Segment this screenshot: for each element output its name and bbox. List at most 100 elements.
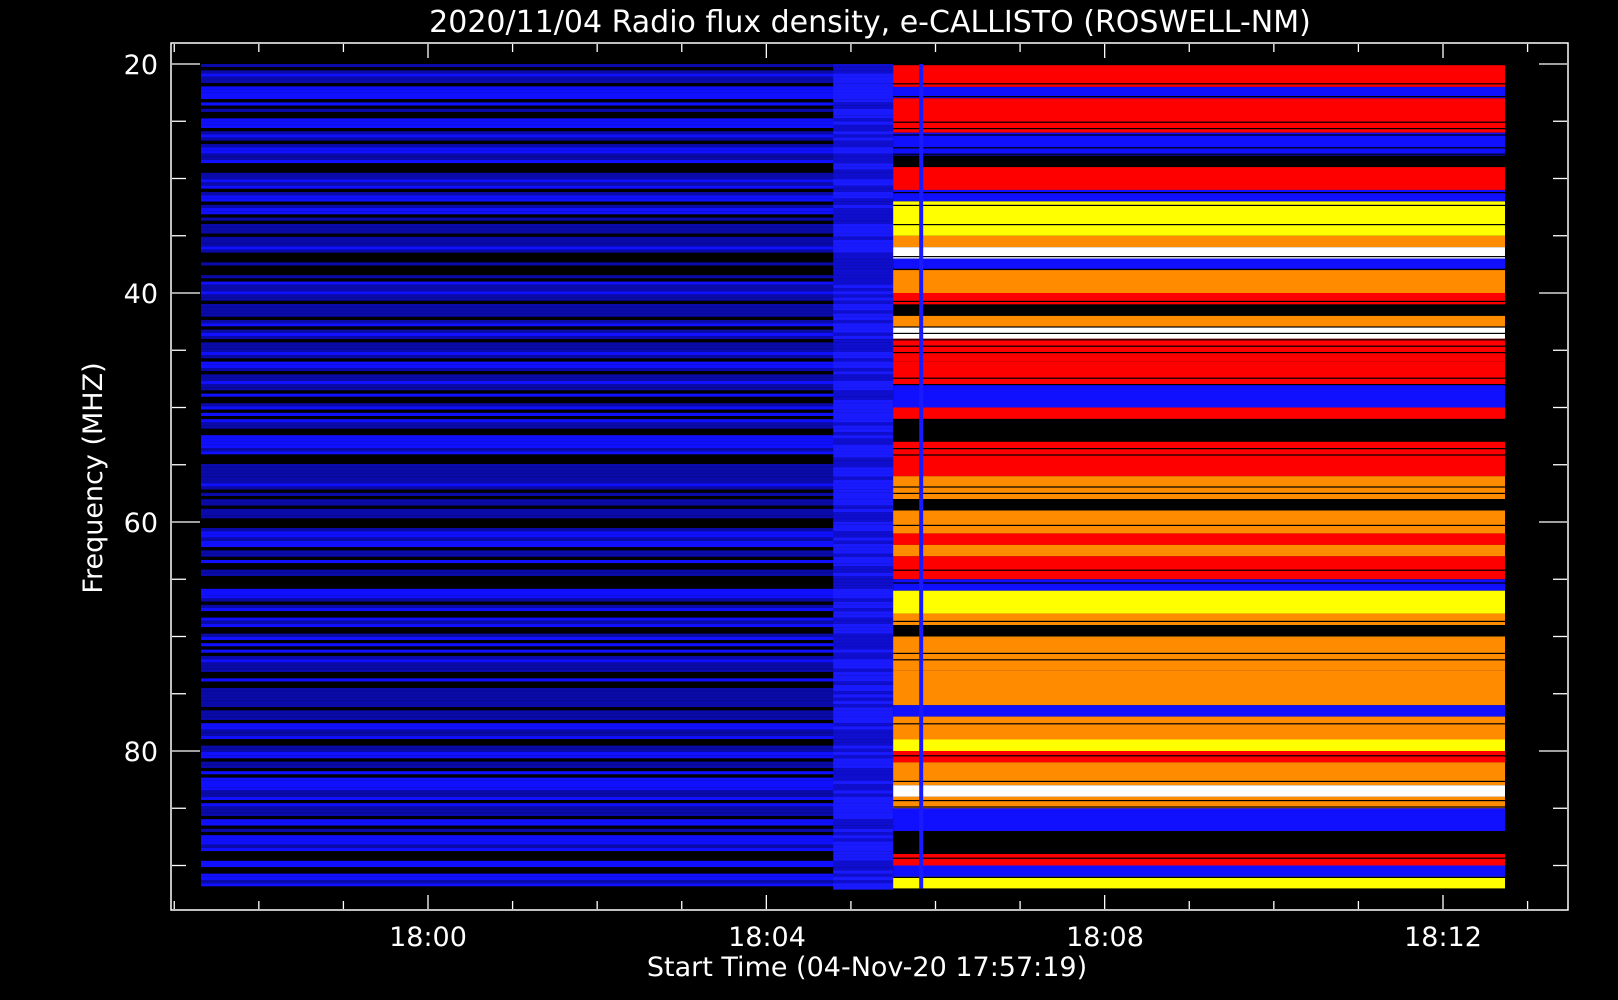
heatmap-band-quiet bbox=[201, 121, 894, 125]
heatmap-transition bbox=[833, 803, 894, 807]
heatmap-band-quiet bbox=[201, 227, 894, 231]
heatmap-transition bbox=[833, 345, 894, 349]
heatmap-band-active bbox=[893, 854, 1505, 866]
heatmap-band-quiet bbox=[201, 729, 894, 733]
heatmap-band-quiet bbox=[201, 588, 894, 592]
heatmap-transition bbox=[833, 838, 894, 842]
heatmap-band-quiet bbox=[201, 249, 894, 253]
heatmap-transition bbox=[833, 192, 894, 196]
heatmap-band-quiet bbox=[201, 848, 894, 852]
heatmap-band-active bbox=[893, 235, 1505, 248]
heatmap-transition bbox=[833, 352, 894, 356]
heatmap-transition bbox=[833, 576, 894, 580]
x-axis-label: Start Time (04-Nov-20 17:57:19) bbox=[647, 952, 1087, 983]
heatmap-band-active bbox=[893, 98, 1505, 133]
heatmap-band-active bbox=[893, 716, 1505, 740]
heatmap-band-quiet bbox=[201, 137, 894, 141]
heatmap-band-quiet bbox=[201, 345, 894, 349]
heatmap-transition bbox=[833, 601, 894, 605]
heatmap-transition bbox=[833, 710, 894, 714]
heatmap-band-quiet bbox=[201, 796, 894, 800]
heatmap-transition bbox=[833, 483, 894, 487]
heatmap-transition bbox=[833, 416, 894, 420]
heatmap-transition bbox=[833, 412, 894, 416]
heatmap-band-quiet bbox=[201, 323, 894, 327]
chart-title: 2020/11/04 Radio flux density, e-CALLIST… bbox=[429, 5, 1311, 40]
heatmap-band-quiet bbox=[201, 828, 894, 832]
heatmap-band-quiet bbox=[201, 361, 894, 365]
heatmap-band-quiet bbox=[201, 873, 894, 877]
heatmap-transition bbox=[833, 240, 894, 244]
heatmap-transition bbox=[833, 425, 894, 429]
heatmap-band-quiet bbox=[201, 809, 894, 813]
heatmap-transition bbox=[833, 684, 894, 688]
heatmap-band-quiet bbox=[201, 403, 894, 407]
heatmap-transition bbox=[833, 697, 894, 701]
heatmap-band-quiet bbox=[201, 716, 894, 720]
heatmap-transition bbox=[833, 822, 894, 826]
heatmap-transition bbox=[833, 153, 894, 157]
heatmap-transition bbox=[833, 723, 894, 727]
heatmap-transition bbox=[833, 732, 894, 736]
heatmap-band-quiet bbox=[201, 531, 894, 535]
heatmap-band-quiet bbox=[201, 432, 894, 436]
heatmap-band-quiet bbox=[201, 697, 894, 701]
heatmap-transition bbox=[833, 502, 894, 506]
heatmap-band-quiet bbox=[201, 275, 894, 279]
heatmap-texture bbox=[893, 128, 1505, 130]
heatmap-texture bbox=[893, 806, 1505, 808]
heatmap-texture bbox=[893, 428, 1505, 430]
heatmap-band-quiet bbox=[201, 547, 894, 551]
heatmap-band-quiet bbox=[201, 652, 894, 656]
heatmap-band-quiet bbox=[201, 790, 894, 794]
heatmap-transition bbox=[833, 460, 894, 464]
heatmap-band-quiet bbox=[201, 745, 894, 749]
heatmap-band-quiet bbox=[201, 563, 894, 567]
heatmap-band-quiet bbox=[201, 768, 894, 772]
heatmap-transition bbox=[833, 198, 894, 202]
heatmap-band-quiet bbox=[201, 252, 894, 256]
heatmap-band-active bbox=[893, 556, 1505, 580]
heatmap-transition bbox=[833, 320, 894, 324]
heatmap-band-quiet bbox=[201, 518, 894, 522]
heatmap-band-quiet bbox=[201, 92, 894, 96]
heatmap-texture bbox=[893, 147, 1505, 149]
heatmap-transition bbox=[833, 89, 894, 93]
heatmap-band-active bbox=[893, 361, 1505, 385]
heatmap-band-quiet bbox=[201, 377, 894, 381]
heatmap-transition bbox=[833, 633, 894, 637]
heatmap-band-quiet bbox=[201, 160, 894, 164]
heatmap-transition bbox=[833, 470, 894, 474]
heatmap-band-quiet bbox=[201, 617, 894, 621]
heatmap-transition bbox=[833, 185, 894, 189]
heatmap-texture bbox=[893, 256, 1505, 258]
heatmap-band-quiet bbox=[201, 448, 894, 452]
heatmap-transition bbox=[833, 608, 894, 612]
heatmap-band-quiet bbox=[201, 352, 894, 356]
heatmap-transition bbox=[833, 492, 894, 496]
heatmap-band-quiet bbox=[201, 544, 894, 548]
heatmap-band-quiet bbox=[201, 502, 894, 506]
heatmap-transition bbox=[833, 604, 894, 608]
heatmap-transition bbox=[833, 380, 894, 384]
heatmap-transition bbox=[833, 518, 894, 522]
heatmap-band-active bbox=[893, 865, 1505, 877]
heatmap-transition bbox=[833, 739, 894, 743]
heatmap-band-quiet bbox=[201, 105, 894, 109]
heatmap-band-active bbox=[893, 441, 1505, 477]
heatmap-transition bbox=[833, 624, 894, 628]
heatmap-band-quiet bbox=[201, 643, 894, 647]
heatmap-band-quiet bbox=[201, 595, 894, 599]
heatmap-band-quiet bbox=[201, 329, 894, 333]
heatmap-transition bbox=[833, 432, 894, 436]
heatmap-texture bbox=[893, 569, 1505, 571]
heatmap-transition bbox=[833, 595, 894, 599]
heatmap-transition bbox=[833, 96, 894, 100]
heatmap-band-quiet bbox=[201, 147, 894, 151]
heatmap-transition bbox=[833, 880, 894, 884]
heatmap-transition bbox=[833, 316, 894, 320]
heatmap-transition bbox=[833, 707, 894, 711]
heatmap-band-quiet bbox=[201, 291, 894, 295]
heatmap-band-quiet bbox=[201, 268, 894, 272]
heatmap-band-quiet bbox=[201, 710, 894, 714]
